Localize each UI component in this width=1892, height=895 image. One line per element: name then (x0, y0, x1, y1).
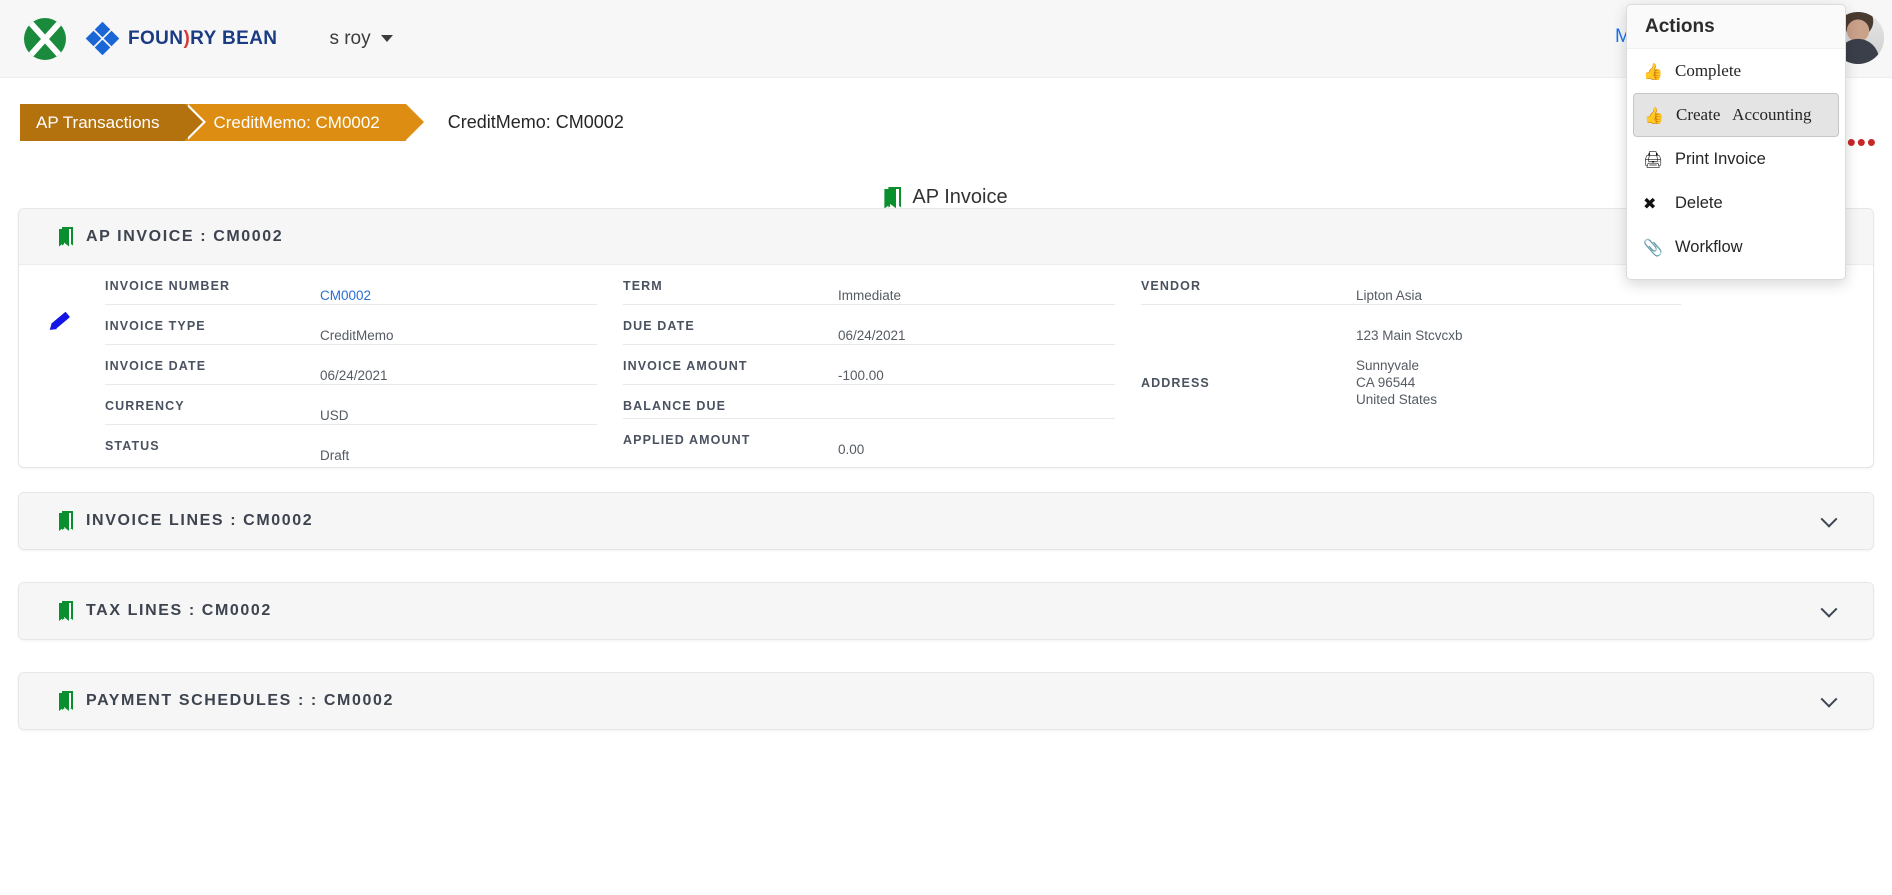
actions-item-label: Delete (1675, 193, 1723, 212)
actions-item-label: Workflow (1675, 237, 1743, 256)
field-label: INVOICE DATE (105, 359, 207, 373)
field-value: -100.00 (838, 368, 884, 383)
actions-item-label: Complete (1675, 61, 1742, 80)
page-title: AP Invoice (912, 186, 1008, 208)
field-label: TERM (623, 279, 663, 293)
field-value[interactable]: CM0002 (320, 278, 371, 304)
bookmark-icon (59, 601, 74, 621)
printer-icon: 🖨 (1643, 149, 1664, 169)
field-value: Immediate (838, 288, 902, 303)
brand-name: FOUN)RY BEAN (128, 28, 277, 50)
page-tab-title: AP Invoice (0, 186, 1892, 209)
field-label (1141, 318, 1356, 319)
ap-invoice-card-header: AP INVOICE : CM0002 (19, 209, 1873, 265)
tax-lines-section-header[interactable]: TAX LINES : CM0002 (19, 583, 1873, 639)
field-value: Sunnyvale CA 96544 United States (1356, 358, 1438, 407)
actions-item-label: Print Invoice (1675, 149, 1766, 168)
breadcrumb-item-ap-transactions[interactable]: AP Transactions (20, 104, 208, 141)
diamond-cluster-icon (85, 21, 120, 55)
brand-name-part2: RY BEAN (190, 27, 278, 49)
breadcrumb: AP Transactions CreditMemo: CM0002 Credi… (20, 104, 624, 141)
field-address: ADDRESS Sunnyvale CA 96544 United States (1141, 344, 1681, 408)
field-label: VENDOR (1141, 279, 1202, 293)
invoice-lines-section-header[interactable]: INVOICE LINES : CM0002 (19, 493, 1873, 549)
payment-schedules-section-header[interactable]: PAYMENT SCHEDULES : : CM0002 (19, 673, 1873, 729)
app-header: FOUN)RY BEAN s roy (0, 0, 1892, 78)
field-label: CURRENCY (105, 399, 185, 413)
field-label: INVOICE NUMBER (105, 279, 231, 293)
user-menu-label: s roy (329, 27, 371, 49)
field-value: CreditMemo (320, 328, 394, 343)
close-x-icon: ✖ (1643, 193, 1657, 213)
tax-lines-section-title: TAX LINES : CM0002 (86, 602, 272, 619)
user-menu[interactable]: s roy (329, 27, 393, 50)
breadcrumb-current: CreditMemo: CM0002 (447, 112, 624, 132)
field-label: BALANCE DUE (623, 399, 727, 413)
ap-invoice-card: AP INVOICE : CM0002 INVOICE NUMBER CM000… (18, 208, 1874, 468)
tax-lines-section[interactable]: TAX LINES : CM0002 (18, 582, 1874, 640)
breadcrumb-item-label: AP Transactions (36, 112, 160, 132)
field-applied-amount: APPLIED AMOUNT 0.00 (623, 419, 1115, 458)
pencil-icon[interactable] (47, 309, 71, 333)
bookmark-icon (884, 186, 902, 209)
chevron-down-icon (380, 35, 393, 42)
payment-schedules-section-title: PAYMENT SCHEDULES : : CM0002 (86, 692, 394, 709)
field-invoice-date: INVOICE DATE 06/24/2021 (105, 345, 597, 385)
field-value: Lipton Asia (1356, 288, 1423, 303)
breadcrumb-item-creditmemo[interactable]: CreditMemo: CM0002 (185, 104, 425, 141)
field-value: 0.00 (838, 442, 865, 457)
ellipsis-icon[interactable]: ••• (1847, 129, 1877, 155)
breadcrumb-item-label: CreditMemo: CM0002 (213, 112, 380, 132)
field-label: ADDRESS (1141, 375, 1210, 390)
bookmark-icon (59, 511, 74, 531)
brand-logo[interactable]: FOUN)RY BEAN (24, 17, 277, 60)
field-label: STATUS (105, 439, 160, 453)
actions-item-create-accounting[interactable]: 👍 Create Accounting (1633, 93, 1839, 137)
xbox-green-circle-logo (24, 17, 66, 60)
field-value: Draft (320, 448, 350, 463)
field-invoice-type: INVOICE TYPE CreditMemo (105, 305, 597, 345)
field-value: 06/24/2021 (838, 328, 906, 343)
thumbs-up-icon: 👍 (1644, 105, 1664, 125)
field-due-date: DUE DATE 06/24/2021 (623, 305, 1115, 345)
field-label: DUE DATE (623, 319, 695, 333)
field-column-1: INVOICE NUMBER CM0002 INVOICE TYPE Credi… (105, 265, 597, 464)
field-address-line1: 123 Main Stcvcxb (1141, 305, 1681, 344)
chevron-down-icon[interactable] (1820, 690, 1838, 708)
bookmark-icon (59, 691, 74, 711)
chevron-down-icon[interactable] (1820, 510, 1838, 528)
actions-item-delete[interactable]: ✖ Delete (1633, 181, 1839, 225)
bookmark-icon (59, 226, 74, 247)
field-value: USD (320, 408, 349, 423)
field-status: STATUS Draft (105, 425, 597, 464)
field-label: INVOICE AMOUNT (623, 359, 748, 373)
field-value: 06/24/2021 (320, 368, 388, 383)
field-column-2: TERM Immediate DUE DATE 06/24/2021 INVOI… (623, 265, 1115, 464)
field-currency: CURRENCY USD (105, 385, 597, 425)
brand-name-part1: FOUN (128, 27, 184, 49)
field-vendor: VENDOR Lipton Asia (1141, 265, 1681, 305)
actions-item-label: Create Accounting (1676, 105, 1812, 124)
field-invoice-amount: INVOICE AMOUNT -100.00 (623, 345, 1115, 385)
payment-schedules-section[interactable]: PAYMENT SCHEDULES : : CM0002 (18, 672, 1874, 730)
actions-item-complete[interactable]: 👍 Complete (1633, 49, 1839, 93)
chevron-down-icon[interactable] (1820, 600, 1838, 618)
field-balance-due: BALANCE DUE (623, 385, 1115, 419)
paperclip-icon: 📎 (1643, 237, 1663, 257)
field-value: 123 Main Stcvcxb (1356, 328, 1463, 343)
field-label: INVOICE TYPE (105, 319, 206, 333)
field-term: TERM Immediate (623, 265, 1115, 305)
ap-invoice-fields: INVOICE NUMBER CM0002 INVOICE TYPE Credi… (19, 265, 1873, 468)
actions-item-workflow[interactable]: 📎 Workflow (1633, 225, 1839, 269)
actions-dropdown: Actions 👍 Complete 👍 Create Accounting 🖨… (1626, 4, 1846, 280)
field-column-3: VENDOR Lipton Asia 123 Main Stcvcxb ADDR… (1141, 265, 1681, 464)
invoice-lines-section[interactable]: INVOICE LINES : CM0002 (18, 492, 1874, 550)
invoice-lines-section-title: INVOICE LINES : CM0002 (86, 512, 314, 529)
ap-invoice-card-title: AP INVOICE : CM0002 (86, 227, 284, 245)
actions-dropdown-title: Actions (1627, 5, 1845, 49)
field-invoice-number: INVOICE NUMBER CM0002 (105, 265, 597, 305)
actions-item-print-invoice[interactable]: 🖨 Print Invoice (1633, 137, 1839, 181)
thumbs-up-icon: 👍 (1643, 61, 1663, 81)
field-label: APPLIED AMOUNT (623, 433, 751, 447)
